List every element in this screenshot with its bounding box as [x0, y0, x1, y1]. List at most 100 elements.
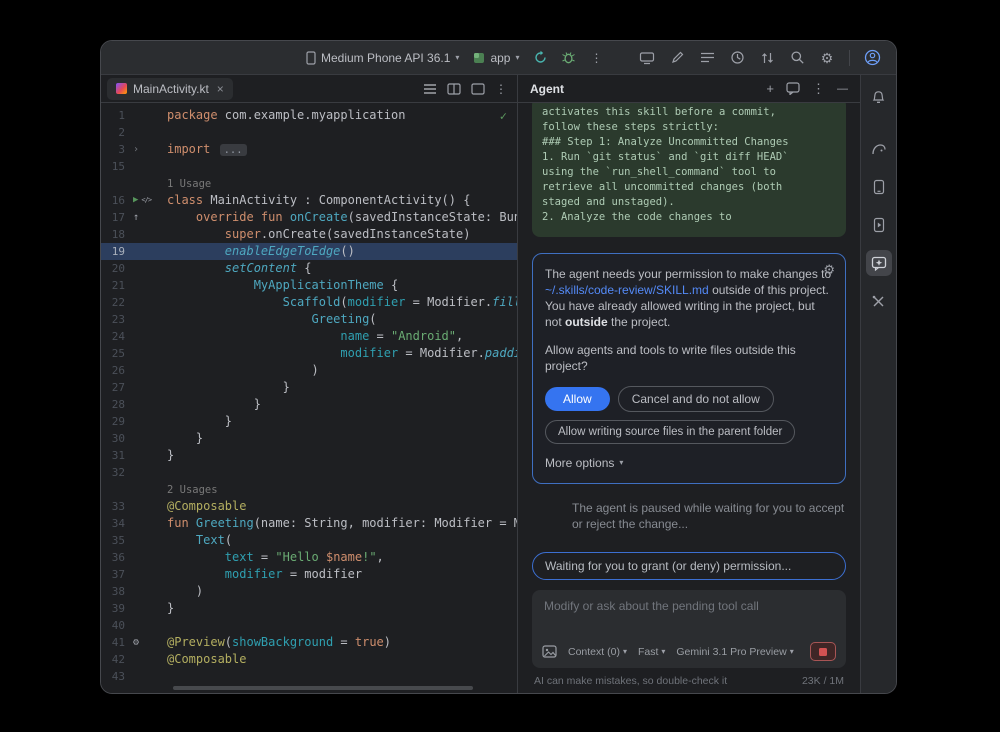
line-number[interactable]: 43 — [101, 668, 129, 685]
split-view-icon[interactable] — [447, 83, 461, 95]
line-number[interactable]: 27 — [101, 379, 129, 396]
line-number[interactable]: 39 — [101, 600, 129, 617]
design-view-icon[interactable] — [471, 83, 485, 95]
gutter[interactable] — [129, 532, 167, 549]
gutter[interactable] — [129, 600, 167, 617]
line-number[interactable] — [101, 175, 129, 192]
line-number[interactable]: 16 — [101, 192, 129, 209]
inspection-status-icon[interactable]: ✓ — [500, 109, 507, 123]
gutter[interactable] — [129, 260, 167, 277]
minimize-icon[interactable]: — — [837, 83, 848, 95]
usage-hint[interactable]: 2 Usages — [167, 484, 218, 496]
cancel-button[interactable]: Cancel and do not allow — [618, 386, 774, 412]
preview-gutter-icon[interactable]: ⚙ — [133, 634, 139, 651]
line-number[interactable]: 30 — [101, 430, 129, 447]
device-selector[interactable]: Medium Phone API 36.1 ▾ — [299, 48, 466, 68]
gutter[interactable] — [129, 277, 167, 294]
line-number[interactable] — [101, 481, 129, 498]
line-number[interactable]: 15 — [101, 158, 129, 175]
gutter[interactable] — [129, 294, 167, 311]
allow-button[interactable]: Allow — [545, 387, 610, 411]
gutter[interactable] — [129, 549, 167, 566]
line-number[interactable]: 19 — [101, 243, 129, 260]
skill-file-link[interactable]: ~/.skills/code-review/SKILL.md — [545, 283, 709, 297]
attach-image-icon[interactable] — [542, 645, 557, 658]
gutter[interactable] — [129, 566, 167, 583]
gutter[interactable] — [129, 498, 167, 515]
device-streaming-button[interactable] — [634, 46, 660, 70]
gutter[interactable]: › — [129, 141, 167, 158]
line-number[interactable]: 38 — [101, 583, 129, 600]
usage-hint[interactable]: 1 Usage — [167, 178, 211, 190]
gutter[interactable] — [129, 447, 167, 464]
gradle-button[interactable] — [866, 136, 892, 162]
code-assist-button[interactable] — [664, 46, 690, 70]
gutter[interactable] — [129, 379, 167, 396]
toolbar-more-button[interactable]: ⋮ — [583, 46, 609, 70]
gutter[interactable] — [129, 515, 167, 532]
settings-button[interactable]: ⚙ — [814, 46, 840, 70]
app-inspection-button[interactable] — [866, 288, 892, 314]
gutter[interactable] — [129, 668, 167, 685]
gutter[interactable] — [129, 158, 167, 175]
gutter[interactable] — [129, 583, 167, 600]
line-number[interactable]: 40 — [101, 617, 129, 634]
line-number[interactable]: 37 — [101, 566, 129, 583]
agent-tool-button[interactable] — [866, 250, 892, 276]
gutter[interactable] — [129, 124, 167, 141]
line-number[interactable]: 36 — [101, 549, 129, 566]
line-number[interactable]: 41 — [101, 634, 129, 651]
line-number[interactable]: 25 — [101, 345, 129, 362]
line-number[interactable]: 26 — [101, 362, 129, 379]
code-gutter-icon[interactable]: </> — [141, 192, 151, 209]
gutter[interactable] — [129, 430, 167, 447]
agent-input-composer[interactable]: Modify or ask about the pending tool cal… — [532, 590, 846, 668]
line-number[interactable]: 21 — [101, 277, 129, 294]
line-number[interactable]: 23 — [101, 311, 129, 328]
line-number[interactable]: 34 — [101, 515, 129, 532]
stop-button[interactable] — [810, 642, 836, 661]
gutter[interactable] — [129, 464, 167, 481]
gutter[interactable] — [129, 175, 167, 192]
gutter[interactable]: ▶</> — [129, 192, 167, 209]
gutter[interactable] — [129, 243, 167, 260]
line-number[interactable]: 32 — [101, 464, 129, 481]
line-number[interactable]: 31 — [101, 447, 129, 464]
debug-button[interactable] — [555, 46, 581, 70]
skill-markdown-block[interactable]: activates this skill before a commit,fol… — [532, 103, 846, 237]
fold-chevron-icon[interactable]: › — [133, 141, 139, 158]
line-number[interactable]: 3 — [101, 141, 129, 158]
run-gutter-icon[interactable]: ▶ — [133, 192, 138, 209]
editor-more-icon[interactable]: ⋮ — [495, 82, 507, 96]
tab-mainactivity[interactable]: MainActivity.kt × — [107, 78, 233, 100]
line-number[interactable]: 29 — [101, 413, 129, 430]
profiler-button[interactable] — [724, 46, 750, 70]
context-selector[interactable]: Context (0) ▾ — [568, 646, 627, 658]
line-number[interactable]: 35 — [101, 532, 129, 549]
gutter[interactable] — [129, 107, 167, 124]
model-selector[interactable]: Gemini 3.1 Pro Preview ▾ — [676, 646, 793, 658]
version-control-button[interactable] — [754, 46, 780, 70]
override-gutter-icon[interactable]: ↑ — [133, 209, 139, 226]
task-list-button[interactable] — [694, 46, 720, 70]
gutter[interactable] — [129, 328, 167, 345]
line-number[interactable]: 18 — [101, 226, 129, 243]
gutter[interactable] — [129, 396, 167, 413]
gutter[interactable] — [129, 311, 167, 328]
code-editor[interactable]: 1package com.example.myapplication23›imp… — [101, 103, 517, 693]
device-manager-button[interactable] — [866, 174, 892, 200]
close-icon[interactable]: × — [217, 83, 224, 95]
line-number[interactable]: 20 — [101, 260, 129, 277]
permission-gear-icon[interactable]: ⚙ — [823, 262, 835, 278]
gutter[interactable]: ↑ — [129, 209, 167, 226]
line-number[interactable]: 42 — [101, 651, 129, 668]
gutter[interactable] — [129, 413, 167, 430]
editor-horizontal-scrollbar[interactable] — [173, 686, 473, 690]
gutter[interactable] — [129, 651, 167, 668]
notifications-button[interactable] — [866, 84, 892, 110]
gutter[interactable] — [129, 362, 167, 379]
allow-parent-folder-button[interactable]: Allow writing source files in the parent… — [545, 420, 795, 444]
line-number[interactable]: 2 — [101, 124, 129, 141]
sync-button[interactable] — [527, 46, 553, 70]
code-view-icon[interactable] — [423, 83, 437, 95]
